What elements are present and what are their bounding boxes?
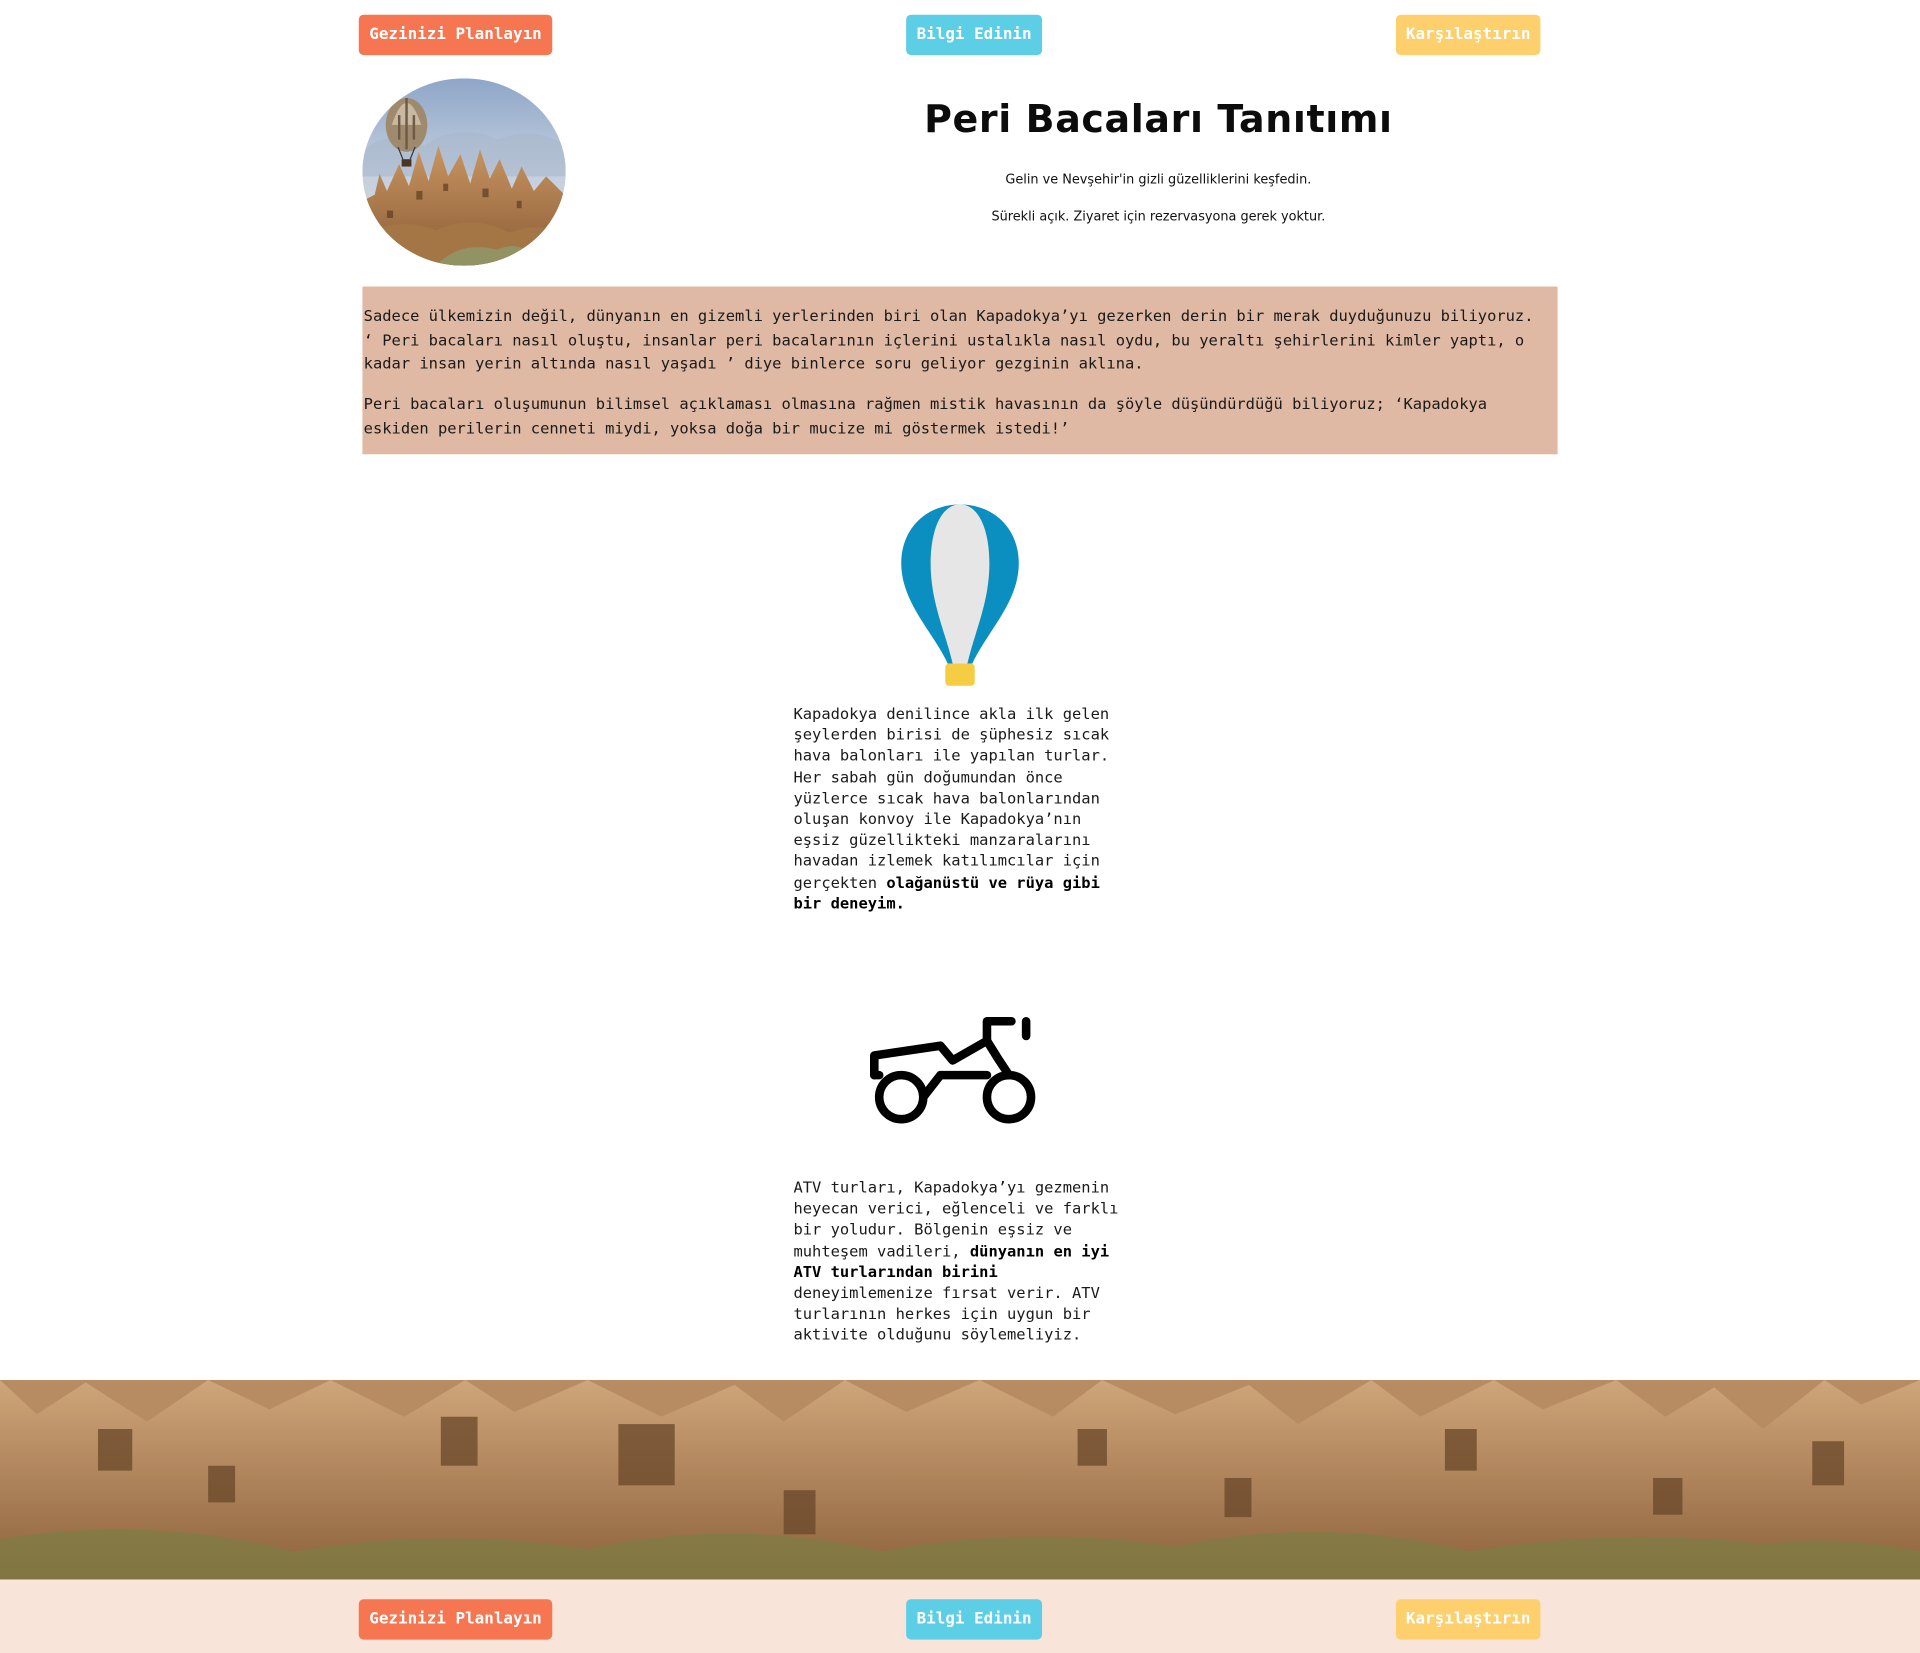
intro-section: Sadece ülkemizin değil, dünyanın en gize… — [362, 286, 1558, 455]
plan-trip-button[interactable]: Gezinizi Planlayın — [358, 14, 553, 56]
hero-subtitle: Gelin ve Nevşehir'in gizli güzelliklerin… — [1005, 172, 1312, 188]
hero-image — [362, 78, 566, 266]
cappadocia-balloon-photo — [362, 78, 566, 266]
intro-paragraph-2: Peri bacaları oluşumunun bilimsel açıkla… — [363, 394, 1488, 437]
balloon-description: Kapadokya denilince akla ilk gelen şeyle… — [793, 704, 1110, 913]
footer-plan-trip-button[interactable]: Gezinizi Planlayın — [358, 1599, 553, 1640]
atv-icon — [867, 1011, 1053, 1133]
intro-paragraph-1: Sadece ülkemizin değil, dünyanın en gize… — [363, 306, 1534, 373]
hot-air-balloon-icon — [899, 502, 1021, 693]
page-title: Peri Bacaları Tanıtımı — [924, 97, 1393, 143]
atv-description: ATV turları, Kapadokya’yı gezmenin heyec… — [793, 1177, 1119, 1344]
footer-get-info-button[interactable]: Bilgi Edinin — [906, 1599, 1043, 1640]
fairy-chimneys-panorama — [0, 1380, 1920, 1580]
footer-compare-button[interactable]: Karşılaştırın — [1395, 1599, 1541, 1640]
get-info-button[interactable]: Bilgi Edinin — [906, 14, 1043, 56]
hero-note: Sürekli açık. Ziyaret için rezervasyona … — [991, 209, 1326, 225]
compare-button[interactable]: Karşılaştırın — [1395, 14, 1541, 56]
